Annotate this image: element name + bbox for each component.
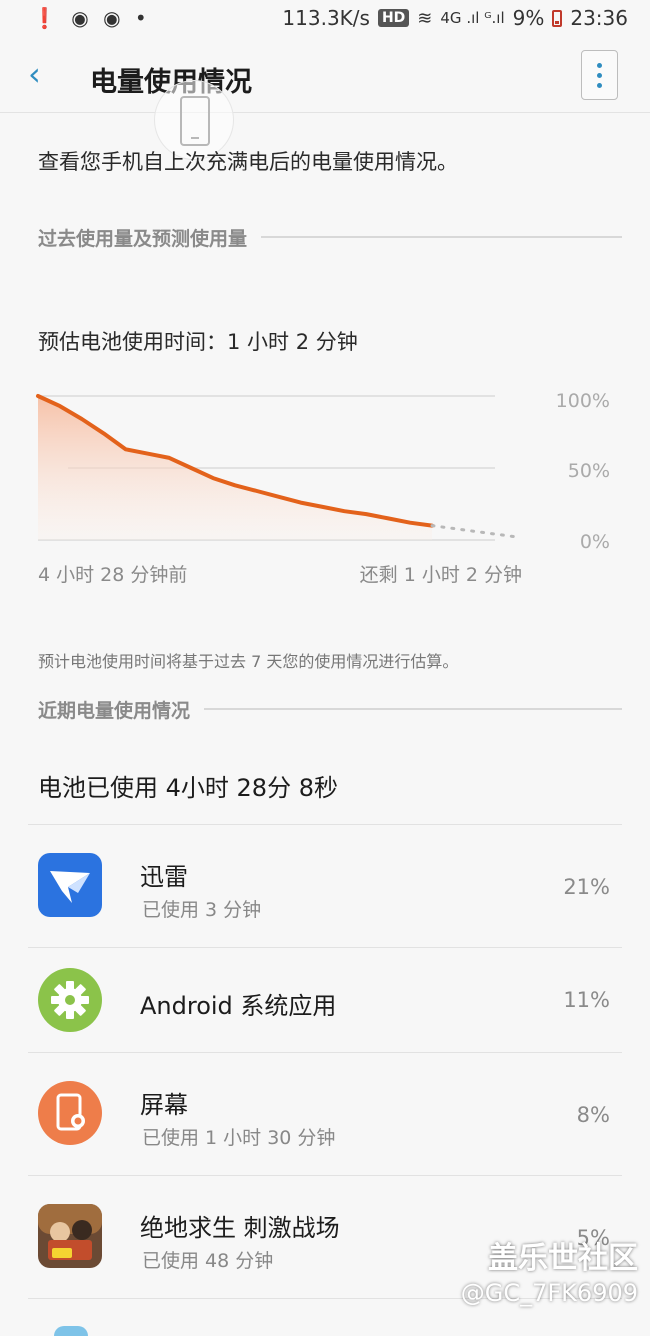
section-header-recent: 近期电量使用情况: [38, 694, 622, 724]
bird-icon: [38, 853, 102, 917]
x-start-label: 4 小时 28 分钟前: [38, 564, 187, 586]
section-header-past: 过去使用量及预测使用量: [38, 222, 622, 252]
more-options-button[interactable]: [581, 50, 618, 100]
app-percentage: 8%: [576, 1103, 610, 1127]
screen-brightness-icon: [38, 1081, 102, 1145]
app-usage-time: 已使用 1 小时 30 分钟: [142, 1127, 336, 1149]
estimated-time: 预估电池使用时间：1 小时 2 分钟: [38, 330, 358, 354]
more-dot-icon: [597, 72, 602, 78]
app-usage-time: 已使用 48 分钟: [142, 1250, 274, 1272]
app-usage-row-partial[interactable]: [38, 1320, 618, 1336]
projection-line: [430, 524, 520, 539]
phone-icon: [180, 96, 210, 146]
app-name: 屏幕: [140, 1091, 188, 1119]
app-usage-row[interactable]: 屏幕 已使用 1 小时 30 分钟 8%: [28, 1053, 622, 1175]
status-right: 113.3K/s HD ≋ 4G .ıl ᴳ.ıl 9% 23:36: [282, 6, 628, 30]
app-name: 绝地求生 刺激战场: [140, 1214, 340, 1242]
battery-used-total: 电池已使用 4小时 28分 8秒: [38, 774, 338, 802]
app-percentage: 11%: [563, 988, 610, 1012]
android-icon: [54, 1326, 88, 1336]
app-bar: ‹ 电量使用情况: [0, 38, 650, 112]
more-dot-icon: [597, 82, 602, 88]
estimate-footnote: 预计电池使用时间将基于过去 7 天您的使用情况进行估算。: [38, 652, 459, 671]
section-title: 过去使用量及预测使用量: [38, 227, 248, 250]
y-tick-label: 0%: [580, 531, 610, 553]
status-bar: ❗ ◉ ◉ • 113.3K/s HD ≋ 4G .ıl ᴳ.ıl 9% 23:…: [0, 0, 650, 38]
back-button[interactable]: ‹: [28, 58, 41, 90]
battery-percent: 9%: [512, 6, 545, 30]
network-speed: 113.3K/s: [282, 6, 370, 30]
game-icon: [38, 1204, 102, 1268]
section-rule: [204, 708, 622, 710]
clock: 23:36: [570, 6, 628, 30]
wifi-icon: ≋: [417, 7, 433, 29]
appbar-divider: [0, 112, 650, 113]
app-name: 迅雷: [140, 863, 188, 891]
description: 查看您手机自上次充满电后的电量使用情况。: [38, 150, 458, 174]
app-usage-time: 已使用 3 分钟: [142, 899, 262, 921]
section-title: 近期电量使用情况: [38, 699, 191, 722]
back-arrow-icon: ‹: [28, 55, 41, 93]
watermark-site: 盖乐世社区: [488, 1241, 638, 1276]
battery-usage-chart: 100% 50% 0% 4 小时 28 分钟前 还剩 1 小时 2 分钟: [36, 390, 610, 586]
battery-icon: [552, 9, 563, 27]
section-rule: [261, 236, 622, 238]
watermark-user: @GC_7FK6909: [460, 1279, 638, 1307]
app-usage-row[interactable]: 迅雷 已使用 3 分钟 21%: [28, 825, 622, 947]
app-usage-row[interactable]: Android 系统应用 11%: [28, 948, 622, 1052]
app-name: Android 系统应用: [140, 992, 337, 1020]
signal-icon: 4G .ıl ᴳ.ıl: [440, 9, 505, 27]
notification-icons: ❗ ◉ ◉ •: [32, 6, 151, 30]
app-percentage: 21%: [563, 875, 610, 899]
hd-badge: HD: [377, 9, 410, 27]
y-tick-label: 50%: [568, 460, 610, 482]
x-end-label: 还剩 1 小时 2 分钟: [360, 564, 522, 586]
more-dot-icon: [597, 62, 602, 68]
gear-icon: [38, 968, 102, 1032]
watermark: 盖乐世社区 @GC_7FK6909: [461, 1233, 638, 1307]
y-tick-label: 100%: [556, 390, 610, 412]
